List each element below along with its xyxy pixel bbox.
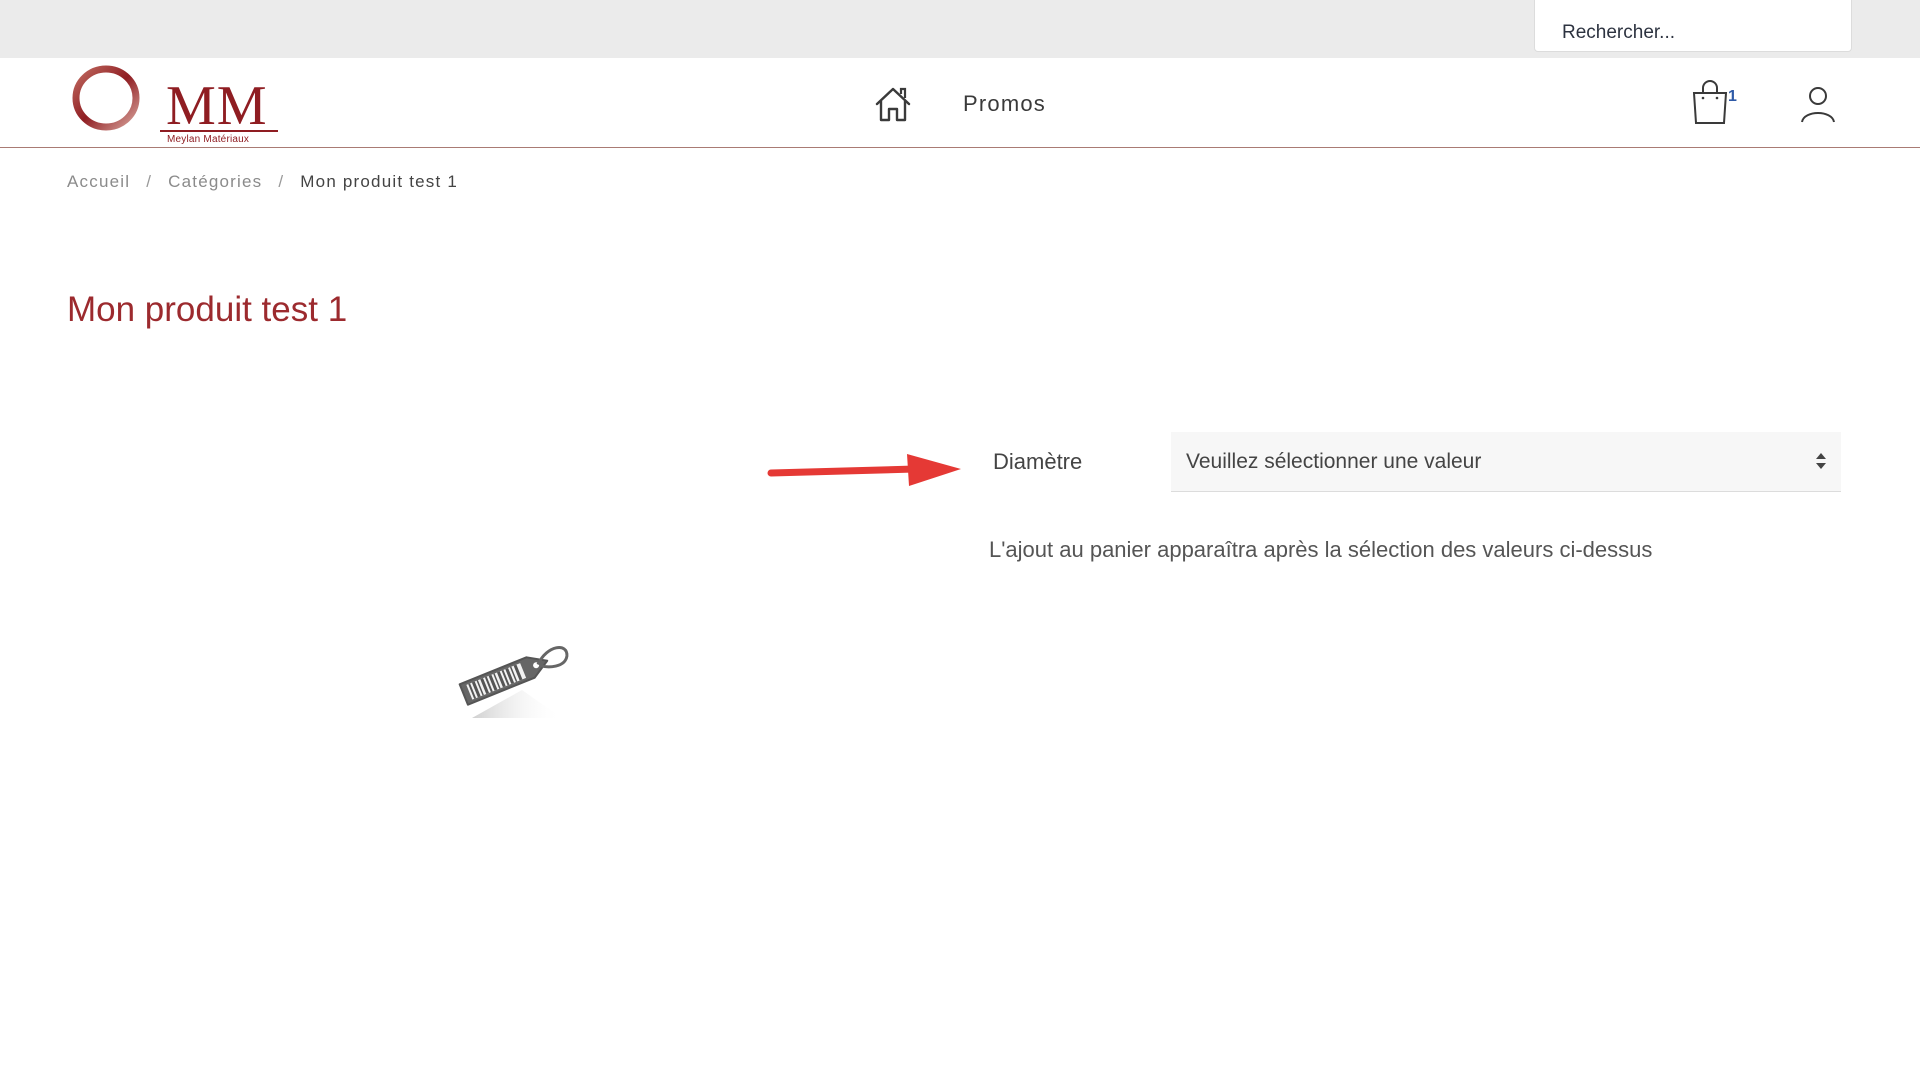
logo-subtitle: Meylan Matériaux <box>167 134 250 145</box>
logo-underline <box>160 130 278 132</box>
home-link[interactable] <box>873 84 913 124</box>
breadcrumb-separator: / <box>146 172 153 191</box>
account-button[interactable] <box>1798 84 1838 124</box>
breadcrumb: Accueil / Catégories / Mon produit test 1 <box>67 172 458 192</box>
product-image <box>452 630 582 720</box>
price-tag-barcode-icon <box>458 646 569 718</box>
cart-button[interactable]: 1 <box>1690 78 1748 130</box>
logo-text: MM <box>166 75 268 137</box>
breadcrumb-current: Mon produit test 1 <box>300 172 458 191</box>
search-input[interactable] <box>1534 0 1852 52</box>
breadcrumb-home[interactable]: Accueil <box>67 172 130 191</box>
site-header: MM Meylan Matériaux Promos 1 <box>0 58 1920 148</box>
nav-promos[interactable]: Promos <box>963 91 1046 117</box>
annotation-arrow <box>765 448 965 493</box>
cart-count-badge: 1 <box>1728 88 1737 105</box>
breadcrumb-categories[interactable]: Catégories <box>168 172 262 191</box>
add-to-cart-notice: L'ajout au panier apparaîtra après la sé… <box>989 537 1653 562</box>
breadcrumb-separator: / <box>278 172 285 191</box>
logo[interactable]: MM Meylan Matériaux <box>70 62 280 145</box>
page-title: Mon produit test 1 <box>67 290 348 329</box>
select-caret-icon <box>1816 453 1826 469</box>
shopping-bag-icon <box>1692 80 1728 124</box>
arrow-right-icon <box>767 454 961 486</box>
top-bar <box>0 0 1920 58</box>
variant-label-diameter: Diamètre <box>993 449 1083 474</box>
diameter-select-value: Veuillez sélectionner une valeur <box>1186 449 1482 473</box>
diameter-select[interactable]: Veuillez sélectionner une valeur <box>1171 432 1841 492</box>
home-icon <box>875 87 911 122</box>
logo-ring-icon <box>72 65 140 131</box>
user-icon <box>1801 87 1835 123</box>
